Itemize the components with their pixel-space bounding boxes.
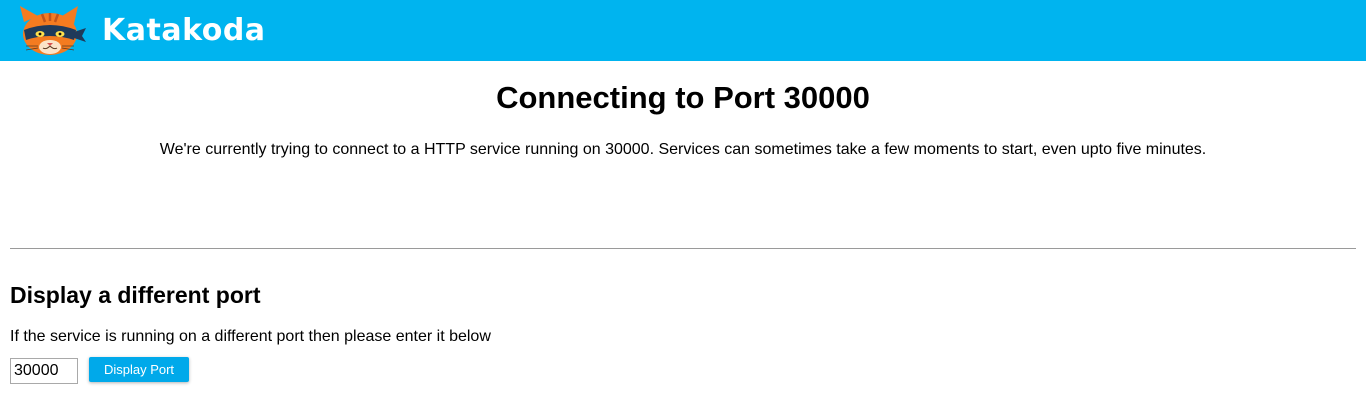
section-divider (10, 248, 1356, 249)
section-description: If the service is running on a different… (10, 328, 491, 345)
display-port-button[interactable]: Display Port (89, 357, 189, 382)
page-title: Connecting to Port 30000 (496, 80, 870, 115)
home-logo-link[interactable]: Katakoda (12, 3, 266, 58)
cat-ninja-logo-icon (20, 5, 86, 55)
brand-name: Katakoda (102, 12, 266, 48)
port-input[interactable] (10, 358, 78, 384)
top-header-bar: Katakoda (0, 0, 1366, 61)
page-description: We're currently trying to connect to a H… (159, 141, 1207, 158)
section-title: Display a different port (10, 282, 261, 308)
